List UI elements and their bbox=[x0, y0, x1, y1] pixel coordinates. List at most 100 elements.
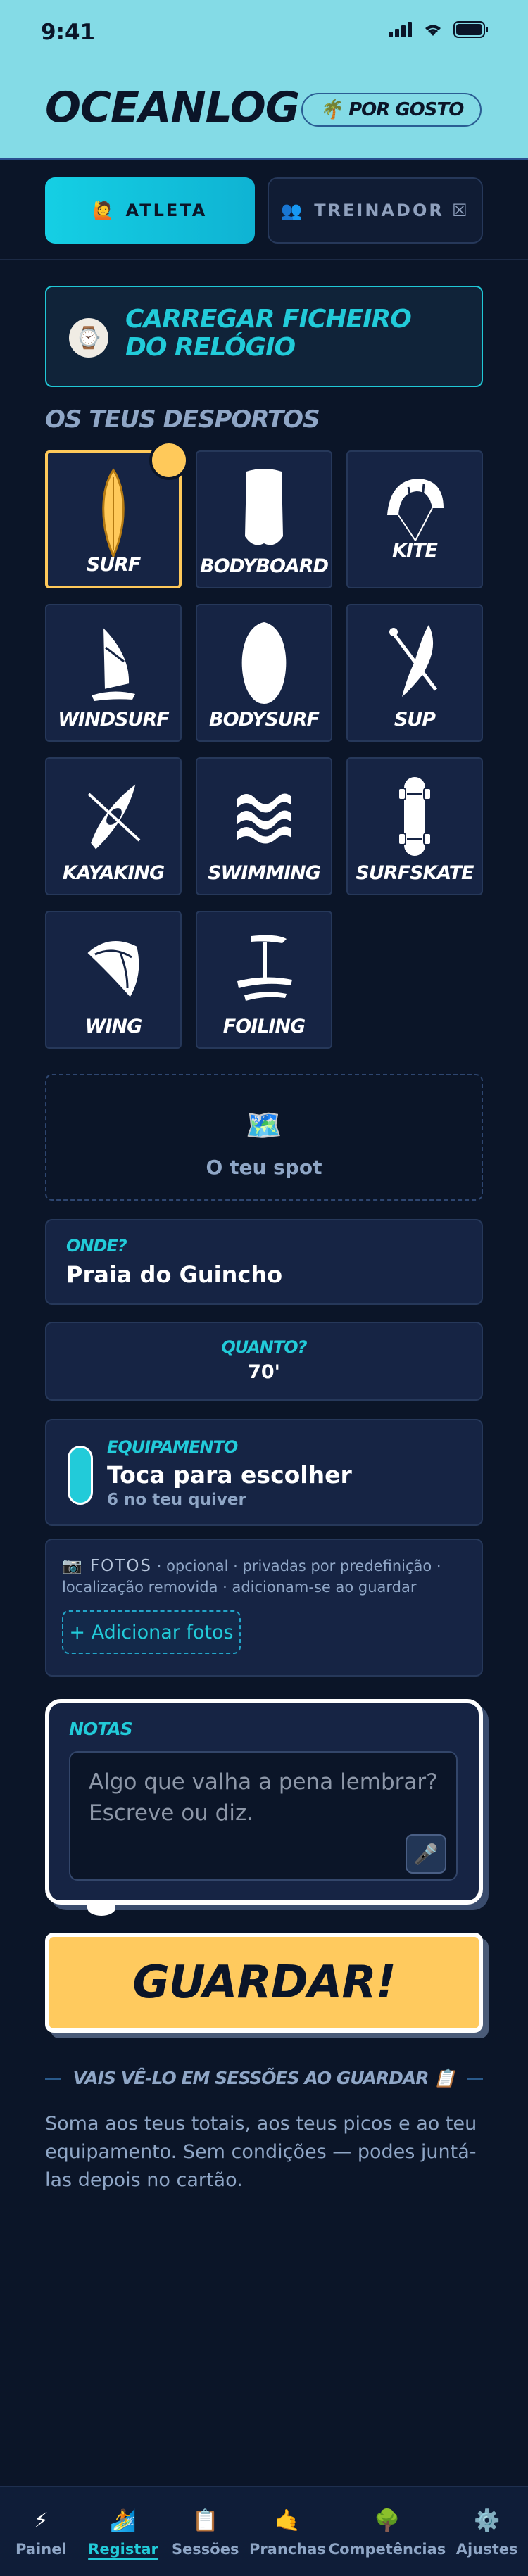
sport-tile-sup[interactable]: SUP bbox=[346, 604, 483, 742]
nav-item-ajustes[interactable]: ⚙️ Ajustes bbox=[446, 2487, 528, 2576]
divider bbox=[0, 259, 528, 260]
sport-label: FOILING bbox=[222, 1016, 306, 1037]
location-label: ONDE? bbox=[66, 1236, 127, 1256]
info-heading: VAIS VÊ-LO EM SESSÕES AO GUARDAR 📋 bbox=[45, 2068, 484, 2089]
wing-icon bbox=[85, 940, 141, 999]
nav-item-registar[interactable]: 🏄 Registar bbox=[82, 2487, 165, 2576]
duration-label: QUANTO? bbox=[221, 1337, 307, 1357]
lightning-icon: ⚡ bbox=[33, 2508, 49, 2533]
role-athlete-button[interactable]: 🙋 ATLETA bbox=[45, 177, 255, 244]
notes-input[interactable] bbox=[69, 1751, 458, 1881]
role-coach-button[interactable]: 👥 TREINADOR ☒ bbox=[268, 177, 483, 244]
photos-description: 📷 FOTOS · opcional · privadas por predef… bbox=[62, 1555, 470, 1598]
photos-section: 📷 FOTOS · opcional · privadas por predef… bbox=[45, 1539, 483, 1677]
sport-label: KAYAKING bbox=[62, 862, 165, 884]
bodyboard-icon bbox=[245, 469, 283, 545]
location-value: Praia do Guincho bbox=[66, 1261, 283, 1288]
location-field[interactable]: ONDE? Praia do Guincho bbox=[45, 1219, 483, 1305]
wifi-icon bbox=[425, 25, 441, 36]
role-athlete-label: ATLETA bbox=[125, 201, 208, 220]
nav-label: Registar bbox=[88, 2541, 158, 2558]
equipment-picker[interactable]: EQUIPAMENTO Toca para escolher 6 no teu … bbox=[45, 1419, 483, 1526]
sport-tile-foiling[interactable]: FOILING bbox=[196, 911, 332, 1049]
sport-label: BODYSURF bbox=[208, 709, 320, 731]
selected-indicator bbox=[149, 441, 189, 480]
clipboard-icon: 📋 bbox=[192, 2508, 219, 2533]
sport-tile-wing[interactable]: WING bbox=[45, 911, 182, 1049]
sport-label: BODYBOARD bbox=[199, 555, 329, 577]
handplane-icon bbox=[241, 622, 287, 704]
sport-label: WING bbox=[84, 1016, 143, 1037]
notes-card: NOTAS 🎤 bbox=[45, 1699, 483, 1905]
sport-tile-kite[interactable]: KITE bbox=[346, 450, 483, 588]
role-coach-label: TREINADOR ☒ bbox=[314, 201, 470, 220]
sport-tile-surfskate[interactable]: SURFSKATE bbox=[346, 757, 483, 895]
duration-field[interactable]: QUANTO? 70' bbox=[45, 1322, 483, 1401]
sport-tile-bodyboard[interactable]: BODYBOARD bbox=[196, 450, 332, 588]
bottom-nav: ⚡ Painel 🏄 Registar 📋 Sessões 🤙 Pranchas… bbox=[0, 2486, 528, 2576]
coach-icon: 👥 bbox=[281, 201, 305, 220]
nav-label: Pranchas bbox=[249, 2541, 326, 2558]
sport-tile-windsurf[interactable]: WINDSURF bbox=[45, 604, 182, 742]
windsurf-icon bbox=[92, 624, 135, 701]
notes-label: NOTAS bbox=[69, 1719, 133, 1739]
sport-tile-kayaking[interactable]: KAYAKING bbox=[45, 757, 182, 895]
sport-label: SURF bbox=[86, 554, 142, 576]
equipment-count: 6 no teu quiver bbox=[107, 1491, 246, 1509]
skateboard-icon bbox=[398, 777, 432, 856]
save-button[interactable]: GUARDAR! bbox=[45, 1933, 483, 2033]
info-title: VAIS VÊ-LO EM SESSÕES AO GUARDAR 📋 bbox=[73, 2068, 456, 2088]
nav-item-sessoes[interactable]: 📋 Sessões bbox=[164, 2487, 246, 2576]
sport-label: SURFSKATE bbox=[356, 862, 474, 884]
sport-label: WINDSURF bbox=[58, 709, 169, 731]
nav-label: Ajustes bbox=[455, 2541, 518, 2558]
kayak-icon bbox=[87, 781, 141, 852]
add-photos-button[interactable]: + Adicionar fotos bbox=[62, 1610, 241, 1654]
sup-paddle-icon bbox=[389, 625, 437, 697]
waves-icon bbox=[237, 793, 291, 844]
gear-icon: ⚙️ bbox=[473, 2508, 501, 2533]
upload-watch-file-button[interactable]: ⌚ CARREGAR FICHEIRO DO RELÓGIO bbox=[45, 286, 483, 387]
cellular-signal-icon bbox=[389, 22, 412, 37]
nav-label: Painel bbox=[15, 2541, 67, 2558]
tree-icon: 🌳 bbox=[374, 2508, 401, 2533]
sports-section-title: OS TEUS DESPORTOS bbox=[45, 405, 320, 434]
athlete-icon: 🙋 bbox=[92, 201, 116, 220]
surfboard-icon bbox=[102, 468, 125, 559]
photos-title: 📷 FOTOS bbox=[62, 1557, 153, 1575]
nav-item-painel[interactable]: ⚡ Painel bbox=[0, 2487, 82, 2576]
map-icon: 🗺️ bbox=[245, 1108, 283, 1142]
equipment-label: EQUIPAMENTO bbox=[107, 1437, 238, 1457]
status-time: 9:41 bbox=[41, 20, 96, 45]
nav-label: Sessões bbox=[171, 2541, 239, 2558]
microphone-icon[interactable]: 🎤 bbox=[406, 1834, 446, 1874]
spot-picker[interactable]: 🗺️ O teu spot bbox=[45, 1074, 483, 1201]
surfboard-icon bbox=[68, 1446, 93, 1505]
battery-icon bbox=[453, 21, 488, 38]
sport-label: KITE bbox=[392, 540, 438, 562]
speech-bubble-tail bbox=[87, 1900, 115, 1916]
surfer-icon: 🏄 bbox=[110, 2508, 137, 2533]
shaka-icon: 🤙 bbox=[274, 2508, 301, 2533]
nav-label: Competências bbox=[328, 2541, 446, 2558]
palm-tree-icon: 🌴 bbox=[319, 99, 342, 120]
divider bbox=[45, 2077, 61, 2080]
watch-icon: ⌚ bbox=[69, 318, 108, 358]
equipment-value: Toca para escolher bbox=[107, 1461, 352, 1489]
upload-label: CARREGAR FICHEIRO DO RELÓGIO bbox=[125, 305, 412, 362]
app-header: 9:41 OCEANLOG 🌴 POR GOSTO bbox=[0, 0, 528, 160]
divider bbox=[467, 2077, 484, 2080]
nav-item-competencias[interactable]: 🌳 Competências bbox=[329, 2487, 446, 2576]
duration-value: 70' bbox=[248, 1361, 280, 1383]
kite-icon bbox=[387, 479, 444, 541]
spot-label: O teu spot bbox=[206, 1156, 322, 1179]
sport-tile-bodysurf[interactable]: BODYSURF bbox=[196, 604, 332, 742]
sport-label: SUP bbox=[394, 709, 436, 731]
mode-toggle-button[interactable]: 🌴 POR GOSTO bbox=[301, 93, 482, 127]
nav-item-pranchas[interactable]: 🤙 Pranchas bbox=[246, 2487, 329, 2576]
sport-tile-swimming[interactable]: SWIMMING bbox=[196, 757, 332, 895]
info-body: Soma aos teus totais, aos teus picos e a… bbox=[45, 2113, 477, 2191]
app-title: OCEANLOG bbox=[45, 83, 300, 132]
sport-label: SWIMMING bbox=[208, 862, 321, 884]
foil-icon bbox=[237, 935, 292, 1001]
